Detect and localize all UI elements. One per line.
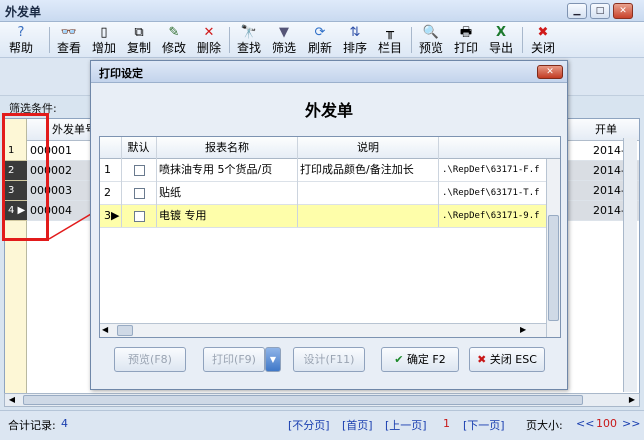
find-button[interactable]: 🔭 查找 <box>235 24 263 57</box>
columns-button[interactable]: ╥ 栏目 <box>376 24 404 57</box>
add-button[interactable]: ▯ 增加 <box>90 24 118 57</box>
annotation-box <box>2 113 49 241</box>
status-bar: 合计记录: 4 [不分页] [首页] [上一页] 1 [下一页] 页大小: <<… <box>0 410 644 440</box>
sort-button[interactable]: ⇅ 排序 <box>341 24 369 57</box>
sort-icon: ⇅ <box>349 25 361 40</box>
columns-icon: ╥ <box>386 25 394 40</box>
dialog-title: 打印设定 <box>99 67 143 80</box>
copy-icon: ⧉ <box>134 25 144 40</box>
window-close-button[interactable]: ✕ <box>613 3 633 19</box>
design-button[interactable]: 设计(F11) <box>293 347 365 372</box>
default-checkbox[interactable] <box>134 188 145 199</box>
report-row[interactable]: 1 喷抹油专用 5个货品/页 打印成品颜色/备注加长 .\RepDef\6317… <box>100 159 560 182</box>
export-icon: X <box>495 25 507 40</box>
toolbar: ? 帮助 👓 查看 ▯ 增加 ⧉ 复制 ✎ 修改 ✕ 删除 🔭 查找 ▼ 筛选 ⟳ 刷新 ⇅ 排序 … <box>0 22 644 58</box>
filter-icon: ▼ <box>279 25 289 40</box>
print-settings-dialog: 打印设定 ✕ 外发单 默认 报表名称 说明 1 喷抹油专用 5个货品/页 打印成… <box>90 60 568 390</box>
scroll-left-icon[interactable]: ◀ <box>5 394 19 406</box>
default-checkbox[interactable] <box>134 165 145 176</box>
edit-button[interactable]: ✎ 修改 <box>160 24 188 57</box>
view-button[interactable]: 👓 查看 <box>55 24 83 57</box>
page-size-decrease[interactable]: << <box>576 417 594 430</box>
delete-icon: ✕ <box>203 25 215 40</box>
scroll-thumb[interactable] <box>117 325 133 336</box>
report-row[interactable]: 3▶ 电镀 专用 .\RepDef\63171-9.f <box>100 205 560 228</box>
page-size-label: 页大小: <box>526 419 563 432</box>
help-button[interactable]: ? 帮助 <box>6 24 36 57</box>
filter-button[interactable]: ▼ 筛选 <box>270 24 298 57</box>
help-icon: ? <box>17 25 25 40</box>
report-grid-horizontal-scrollbar[interactable]: ◀ ▶ <box>100 323 546 337</box>
first-page-link[interactable]: [首页] <box>342 417 373 433</box>
preview-button[interactable]: 🔍 预览 <box>417 24 445 57</box>
scroll-right-icon[interactable]: ▶ <box>625 394 639 406</box>
ok-button[interactable]: ✔ 确定 F2 <box>381 347 459 372</box>
export-button[interactable]: X 导出 <box>487 24 515 57</box>
close-icon: ✖ <box>537 25 549 40</box>
find-icon: 🔭 <box>240 25 258 40</box>
no-paging-link[interactable]: [不分页] <box>288 417 330 433</box>
prev-page-link[interactable]: [上一页] <box>385 417 427 433</box>
report-grid-vertical-scrollbar[interactable] <box>546 159 560 337</box>
report-grid-header: 默认 报表名称 说明 <box>100 137 560 159</box>
dialog-close-button[interactable]: ✕ <box>537 65 563 79</box>
page-size-value: 100 <box>596 417 617 430</box>
report-row[interactable]: 2 贴纸 .\RepDef\63171-T.f <box>100 182 560 205</box>
report-grid[interactable]: 默认 报表名称 说明 1 喷抹油专用 5个货品/页 打印成品颜色/备注加长 .\… <box>99 136 561 338</box>
scroll-thumb[interactable] <box>548 215 559 321</box>
current-page: 1 <box>443 417 450 430</box>
scroll-right-icon[interactable]: ▶ <box>520 325 526 334</box>
column-header-report-name[interactable]: 报表名称 <box>157 137 297 159</box>
check-icon: ✔ <box>394 353 404 366</box>
maximize-button[interactable]: □ <box>590 3 610 19</box>
column-header-description[interactable]: 说明 <box>298 137 438 159</box>
next-page-link[interactable]: [下一页] <box>463 417 505 433</box>
print-button[interactable]: 🖶 打印 <box>452 24 480 57</box>
grid-horizontal-scrollbar[interactable]: ◀ ▶ <box>4 393 640 407</box>
window-titlebar: 外发单 ▁ □ ✕ <box>0 0 644 22</box>
print-button[interactable]: 打印(F9) <box>203 347 265 372</box>
delete-button[interactable]: ✕ 删除 <box>195 24 223 57</box>
page-size-increase[interactable]: >> <box>622 417 640 430</box>
dialog-titlebar: 打印设定 ✕ <box>91 61 567 83</box>
add-icon: ▯ <box>100 25 108 40</box>
dialog-heading: 外发单 <box>304 101 353 120</box>
scroll-left-icon[interactable]: ◀ <box>102 325 108 334</box>
refresh-button[interactable]: ⟳ 刷新 <box>306 24 334 57</box>
edit-icon: ✎ <box>168 25 180 40</box>
cancel-button[interactable]: ✖ 关闭 ESC <box>469 347 545 372</box>
preview-icon: 🔍 <box>422 25 440 40</box>
window-title: 外发单 <box>5 5 42 19</box>
view-icon: 👓 <box>60 25 78 40</box>
column-header-date[interactable]: 开单 <box>592 120 637 140</box>
default-checkbox[interactable] <box>134 211 145 222</box>
total-records-label: 合计记录: <box>8 419 56 432</box>
grid-vertical-scrollbar[interactable] <box>623 138 637 392</box>
refresh-icon: ⟳ <box>314 25 326 40</box>
print-dropdown-button[interactable]: ▼ <box>265 347 281 372</box>
preview-button[interactable]: 预览(F8) <box>114 347 186 372</box>
minimize-button[interactable]: ▁ <box>567 3 587 19</box>
print-icon: 🖶 <box>459 25 473 40</box>
scroll-thumb[interactable] <box>23 395 583 405</box>
close-button[interactable]: ✖ 关闭 <box>528 24 558 57</box>
column-header-default[interactable]: 默认 <box>122 137 155 159</box>
copy-button[interactable]: ⧉ 复制 <box>125 24 153 57</box>
close-x-icon: ✖ <box>477 353 487 366</box>
total-records-value: 4 <box>61 417 68 430</box>
